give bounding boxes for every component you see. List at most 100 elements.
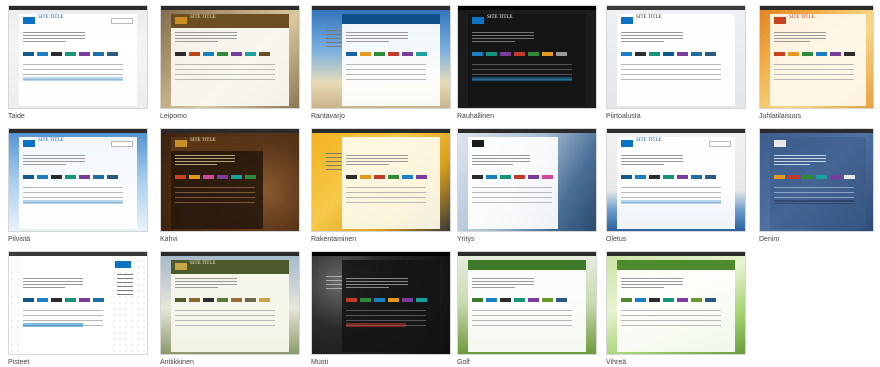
- preview-text: [346, 278, 408, 290]
- theme-thumbnail[interactable]: [759, 128, 874, 232]
- color-swatches: [23, 52, 129, 58]
- color-swatches: [175, 52, 281, 58]
- theme-name[interactable]: Denim: [759, 235, 779, 244]
- preview-text: [23, 155, 85, 167]
- preview-table: [23, 187, 123, 207]
- theme-thumbnail[interactable]: SITE TITLE: [160, 5, 300, 109]
- top-bar: [607, 252, 745, 256]
- theme-thumbnail[interactable]: SITE TITLE: [160, 251, 300, 355]
- theme-thumbnail[interactable]: [311, 5, 451, 109]
- theme-thumbnail[interactable]: [311, 128, 451, 232]
- color-swatches: [621, 175, 727, 181]
- theme-name[interactable]: Pisteet: [8, 358, 29, 367]
- color-swatches: [23, 175, 129, 181]
- color-swatches: [621, 52, 727, 58]
- preview-panel: [342, 14, 440, 106]
- theme-card-pilvista[interactable]: SITE TITLE Pilvistä: [8, 128, 160, 243]
- preview-panel: [468, 260, 586, 352]
- theme-thumbnail[interactable]: SITE TITLE: [457, 5, 597, 109]
- preview-table: [472, 187, 552, 207]
- site-logo: [774, 140, 786, 147]
- preview-text: [175, 155, 235, 167]
- theme-name[interactable]: Juhlatilaisuus: [759, 112, 801, 121]
- theme-name[interactable]: Vihreä: [606, 358, 626, 367]
- theme-name[interactable]: Muoti: [311, 358, 328, 367]
- theme-name[interactable]: Piirtoalusta: [606, 112, 641, 121]
- theme-thumbnail[interactable]: [8, 251, 148, 355]
- side-navigation: [326, 276, 342, 292]
- top-bar: [312, 6, 450, 10]
- color-swatches: [621, 298, 727, 304]
- search-box: [709, 141, 731, 147]
- theme-card-piirtoalusta[interactable]: SITE TITLE Piirtoalusta: [606, 5, 758, 120]
- theme-name[interactable]: Kahvi: [160, 235, 178, 244]
- theme-thumbnail[interactable]: [606, 251, 746, 355]
- theme-thumbnail[interactable]: SITE TITLE: [606, 128, 746, 232]
- theme-card-rantavarjo[interactable]: Rantavarjo: [311, 5, 463, 120]
- highlight-row: [472, 77, 572, 81]
- color-swatches: [346, 298, 450, 304]
- theme-card-yritys[interactable]: Yritys: [457, 128, 609, 243]
- theme-name[interactable]: Rantavarjo: [311, 112, 345, 121]
- theme-card-rakentaminen[interactable]: Rakentaminen: [311, 128, 463, 243]
- preview-table: [621, 310, 721, 330]
- preview-text: [346, 155, 408, 167]
- preview-panel: [342, 260, 440, 352]
- site-title: SITE TITLE: [636, 15, 662, 20]
- preview-table: [175, 64, 275, 84]
- theme-thumbnail[interactable]: SITE TITLE: [759, 5, 874, 109]
- color-swatches: [472, 52, 578, 58]
- preview-table: [23, 310, 103, 330]
- top-bar: [458, 129, 596, 133]
- highlight-row: [23, 77, 123, 81]
- search-box: [111, 141, 133, 147]
- theme-name[interactable]: Pilvistä: [8, 235, 30, 244]
- theme-thumbnail[interactable]: SITE TITLE: [8, 128, 148, 232]
- theme-card-golf[interactable]: Golf: [457, 251, 609, 366]
- site-logo: [23, 17, 35, 24]
- site-logo: [472, 140, 484, 147]
- preview-table: [346, 64, 426, 84]
- header-band: [171, 14, 289, 28]
- preview-panel: [617, 137, 735, 229]
- preview-table: [23, 64, 123, 84]
- theme-card-rauhallinen[interactable]: SITE TITLE Rauhallinen: [457, 5, 609, 120]
- theme-name[interactable]: Oletus: [606, 235, 626, 244]
- theme-thumbnail[interactable]: [311, 251, 451, 355]
- theme-card-juhlatilaisuus[interactable]: SITE TITLE Juhlatilaisuus: [759, 5, 880, 120]
- top-bar: [161, 252, 299, 256]
- top-bar: [760, 129, 873, 133]
- theme-thumbnail[interactable]: [457, 128, 597, 232]
- theme-card-muoti[interactable]: Muoti: [311, 251, 463, 366]
- theme-name[interactable]: Leipomo: [160, 112, 187, 121]
- theme-card-denim[interactable]: Denim: [759, 128, 880, 243]
- site-title: SITE TITLE: [38, 15, 64, 20]
- theme-card-kahvi[interactable]: SITE TITLE Kahvi: [160, 128, 312, 243]
- theme-thumbnail[interactable]: SITE TITLE: [160, 128, 300, 232]
- theme-card-taide[interactable]: SITE TITLE Taide: [8, 5, 160, 120]
- site-logo: [472, 17, 484, 24]
- top-bar: [161, 129, 299, 133]
- theme-name[interactable]: Rauhallinen: [457, 112, 494, 121]
- preview-panel: [617, 14, 735, 106]
- theme-thumbnail[interactable]: SITE TITLE: [606, 5, 746, 109]
- theme-name[interactable]: Taide: [8, 112, 25, 121]
- theme-card-vihrea[interactable]: Vihreä: [606, 251, 758, 366]
- theme-name[interactable]: Golf: [457, 358, 470, 367]
- preview-text: [23, 32, 85, 44]
- header-band: [468, 260, 586, 270]
- theme-card-oletus[interactable]: SITE TITLE Oletus: [606, 128, 758, 243]
- preview-panel: [19, 137, 137, 229]
- theme-name[interactable]: Rakentaminen: [311, 235, 356, 244]
- theme-thumbnail[interactable]: [457, 251, 597, 355]
- theme-card-pisteet[interactable]: Pisteet: [8, 251, 160, 366]
- preview-panel: [468, 14, 586, 106]
- preview-table: [621, 187, 721, 207]
- preview-text: [175, 278, 237, 290]
- theme-thumbnail[interactable]: SITE TITLE: [8, 5, 148, 109]
- theme-name[interactable]: Yritys: [457, 235, 475, 244]
- theme-card-leipomo[interactable]: SITE TITLE Leipomo: [160, 5, 312, 120]
- theme-card-antiikkinen[interactable]: SITE TITLE Antiikkinen: [160, 251, 312, 366]
- theme-name[interactable]: Antiikkinen: [160, 358, 194, 367]
- search-box: [111, 18, 133, 24]
